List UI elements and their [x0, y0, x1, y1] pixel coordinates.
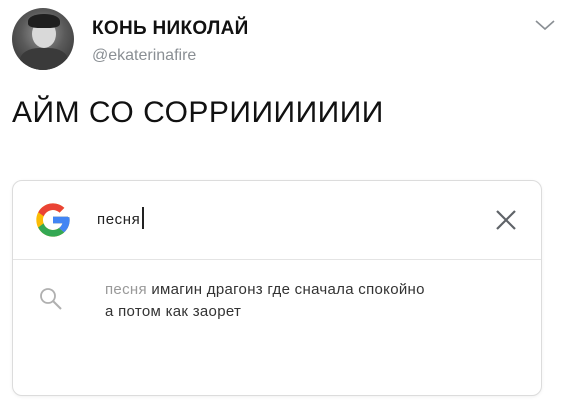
search-bar[interactable]: песня [13, 181, 541, 260]
search-input[interactable]: песня [97, 207, 144, 230]
tweet-text: АЙМ СО СОРРИИИИИИИ [12, 96, 384, 129]
tweet-header: КОНЬ НИКОЛАЙ @ekaterinafire [12, 8, 562, 78]
suggestion-match: песня [105, 281, 147, 298]
suggestion-line2: а потом как заорет [105, 303, 242, 320]
chevron-down-icon[interactable] [534, 18, 556, 32]
display-name[interactable]: КОНЬ НИКОЛАЙ [92, 18, 249, 40]
search-icon [40, 288, 62, 310]
user-handle[interactable]: @ekaterinafire [92, 47, 196, 65]
suggestion-text: песня имагин драгонз где сначала спокойн… [105, 279, 525, 323]
search-card: песня песня имагин драгонз где сначала с… [12, 180, 542, 396]
close-icon[interactable] [491, 205, 521, 235]
avatar[interactable] [12, 8, 74, 70]
avatar-body [20, 48, 68, 70]
search-suggestion[interactable]: песня имагин драгонз где сначала спокойн… [13, 265, 541, 335]
suggestion-rest: имагин драгонз где сначала спокойно [146, 281, 425, 298]
search-query: песня [97, 211, 141, 228]
avatar-hair [28, 14, 60, 28]
google-g-logo [36, 203, 70, 237]
text-cursor [142, 207, 144, 230]
